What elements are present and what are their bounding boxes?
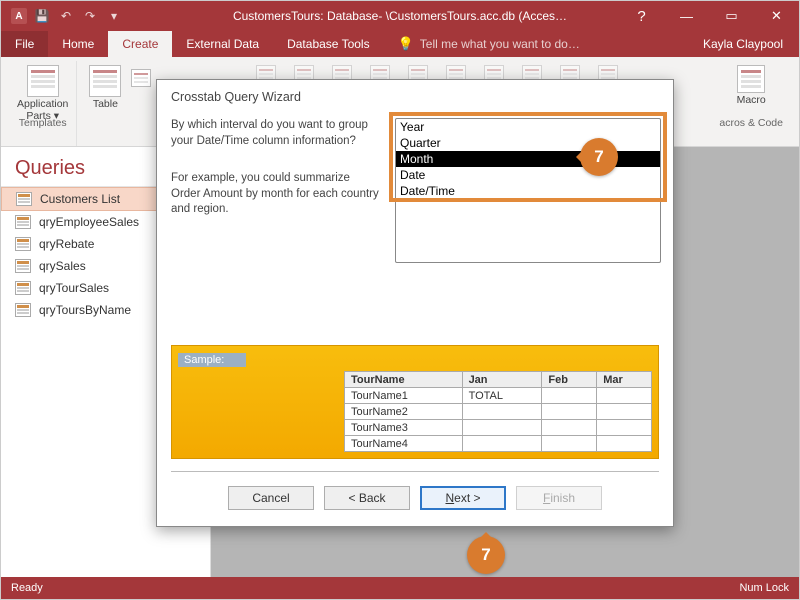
- application-parts-icon: [27, 65, 59, 97]
- dialog-title: Crosstab Query Wizard: [157, 80, 673, 110]
- nav-header-label: Queries: [15, 157, 85, 180]
- query-icon: [15, 259, 31, 273]
- status-bar: Ready Num Lock: [1, 577, 799, 599]
- sample-header: Jan: [462, 372, 542, 388]
- ribbon-mini-icon[interactable]: [131, 69, 151, 87]
- finish-button: Finish: [516, 486, 602, 510]
- callout-badge-7-list: 7: [580, 138, 618, 176]
- ribbon-group-macros: acros & Code: [719, 117, 783, 132]
- tab-create[interactable]: Create: [108, 31, 172, 57]
- callout-badge-7-next: 7: [467, 536, 505, 574]
- title-bar: A 💾 ↶ ↷ ▾ CustomersTours: Database- \Cus…: [1, 1, 799, 31]
- ribbon-macro[interactable]: Macro: [731, 65, 771, 107]
- quick-access-toolbar: A 💾 ↶ ↷ ▾: [1, 7, 181, 25]
- qat-dropdown-icon[interactable]: ▾: [105, 7, 123, 25]
- ribbon-group-templates: Templates: [19, 117, 67, 132]
- undo-icon[interactable]: ↶: [57, 7, 75, 25]
- tab-file[interactable]: File: [1, 31, 48, 57]
- tab-external-data[interactable]: External Data: [172, 31, 273, 57]
- sample-panel: Sample: TourName Jan Feb Mar TourName1TO…: [171, 345, 659, 459]
- save-icon[interactable]: 💾: [33, 7, 51, 25]
- minimize-icon[interactable]: ―: [664, 1, 709, 31]
- help-icon[interactable]: ?: [619, 1, 664, 31]
- account-name[interactable]: Kayla Claypool: [703, 31, 799, 57]
- tab-home[interactable]: Home: [48, 31, 108, 57]
- sample-label: Sample:: [178, 353, 246, 367]
- dialog-prompt-1: By which interval do you want to group y…: [171, 118, 381, 149]
- query-icon: [15, 281, 31, 295]
- next-button[interactable]: Next >: [420, 486, 506, 510]
- interval-listbox[interactable]: YearQuarterMonthDateDate/Time: [395, 118, 661, 263]
- window-title: CustomersTours: Database- \CustomersTour…: [181, 9, 619, 23]
- macro-icon: [737, 65, 765, 93]
- ribbon-application-parts[interactable]: Application Parts ▾: [17, 65, 68, 122]
- ribbon-table[interactable]: Table: [85, 65, 125, 111]
- cancel-button[interactable]: Cancel: [228, 486, 314, 510]
- sample-header: TourName: [345, 372, 463, 388]
- close-icon[interactable]: ✕: [754, 1, 799, 31]
- window-controls: ? ― ▭ ✕: [619, 1, 799, 31]
- tell-me-placeholder: Tell me what you want to do…: [420, 37, 580, 51]
- tell-me-search[interactable]: 💡 Tell me what you want to do…: [384, 31, 580, 57]
- dialog-prompt-2: For example, you could summarize Order A…: [171, 171, 381, 218]
- query-icon: [16, 192, 32, 206]
- maximize-icon[interactable]: ▭: [709, 1, 754, 31]
- status-numlock: Num Lock: [739, 582, 789, 594]
- sample-header: Feb: [542, 372, 597, 388]
- query-icon: [15, 237, 31, 251]
- query-icon: [15, 303, 31, 317]
- table-icon: [89, 65, 121, 97]
- status-ready: Ready: [11, 582, 43, 594]
- lightbulb-icon: 💡: [398, 36, 414, 52]
- redo-icon[interactable]: ↷: [81, 7, 99, 25]
- sample-grid: TourName Jan Feb Mar TourName1TOTAL Tour…: [344, 371, 652, 452]
- ribbon-tabs: File Home Create External Data Database …: [1, 31, 799, 57]
- sample-header: Mar: [597, 372, 652, 388]
- query-icon: [15, 215, 31, 229]
- back-button[interactable]: < Back: [324, 486, 410, 510]
- tab-database-tools[interactable]: Database Tools: [273, 31, 384, 57]
- dialog-button-row: Cancel < Back Next > Finish: [157, 472, 673, 526]
- app-icon: A: [11, 8, 27, 24]
